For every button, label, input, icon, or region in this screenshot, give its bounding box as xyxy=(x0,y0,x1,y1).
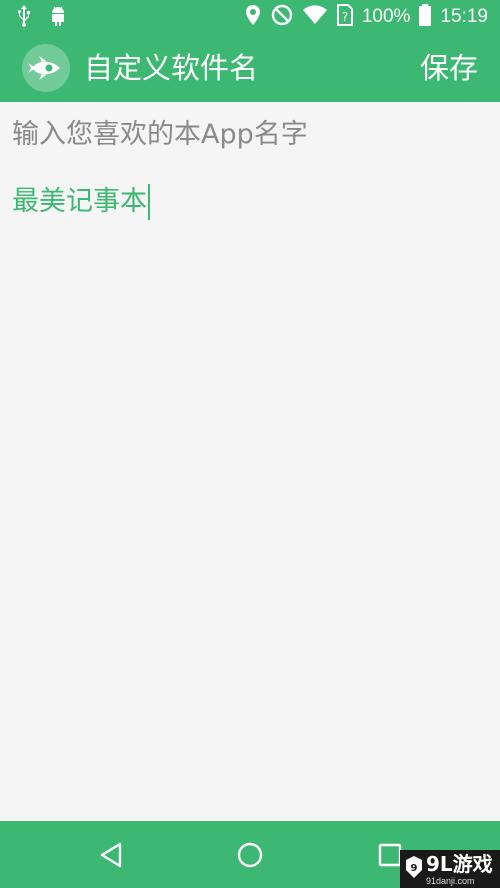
site-watermark: 9 9L游戏 91danji.com xyxy=(400,850,500,888)
wifi-icon xyxy=(302,4,328,30)
status-system: ? 100% 15:19 xyxy=(244,4,488,30)
app-name-input[interactable]: 最美记事本 xyxy=(12,182,150,222)
status-notifications xyxy=(14,4,68,32)
clock: 15:19 xyxy=(440,6,488,27)
battery-icon xyxy=(418,3,432,31)
sim-unknown-icon: ? xyxy=(336,3,354,31)
battery-percent: 100% xyxy=(361,6,411,27)
android-debug-icon xyxy=(48,4,68,32)
app-bar: 自定义软件名 保存 xyxy=(0,34,500,102)
svg-text:?: ? xyxy=(342,10,348,24)
watermark-logo-icon: 9 xyxy=(404,856,424,878)
save-button[interactable]: 保存 xyxy=(420,48,478,88)
location-icon xyxy=(244,3,262,31)
status-bar: ? 100% 15:19 xyxy=(0,0,500,34)
page-title: 自定义软件名 xyxy=(84,51,259,85)
watermark-site: 91danji.com xyxy=(426,876,475,886)
svg-text:9: 9 xyxy=(411,863,418,874)
back-icon[interactable] xyxy=(96,839,128,871)
usb-icon xyxy=(14,4,34,32)
do-not-disturb-icon xyxy=(270,3,294,31)
name-hint-label: 输入您喜欢的本App名字 xyxy=(12,119,308,150)
app-name-value[interactable]: 最美记事本 xyxy=(12,182,147,222)
text-cursor xyxy=(148,184,150,220)
rocket-icon xyxy=(22,44,70,92)
watermark-text: 9L游戏 xyxy=(426,852,493,876)
home-icon[interactable] xyxy=(234,839,266,871)
